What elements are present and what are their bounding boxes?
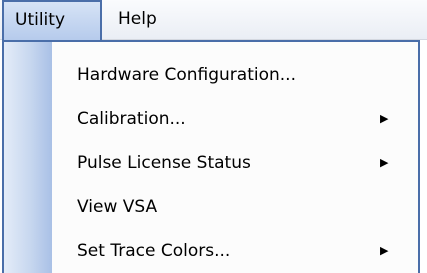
chevron-right-icon: ▶ — [380, 244, 389, 257]
menu-item-view-vsa[interactable]: View VSA — [52, 185, 418, 229]
menu-bar: Utility Help — [0, 0, 427, 40]
menu-icon-gutter — [4, 42, 52, 273]
menu-item-label: Hardware Configuration... — [77, 65, 296, 85]
chevron-right-icon: ▶ — [380, 112, 389, 125]
menu-item-set-trace-colors[interactable]: Set Trace Colors... ▶ — [52, 229, 418, 273]
menu-item-label: Calibration... — [77, 109, 186, 129]
menu-utility[interactable]: Utility — [2, 0, 102, 40]
menu-item-label: Set Trace Colors... — [77, 241, 231, 261]
chevron-right-icon: ▶ — [380, 156, 389, 169]
utility-dropdown-menu: Hardware Configuration... Calibration...… — [2, 40, 420, 273]
menu-item-hardware-configuration[interactable]: Hardware Configuration... — [52, 53, 418, 97]
menu-item-pulse-license-status[interactable]: Pulse License Status ▶ — [52, 141, 418, 185]
menu-item-calibration[interactable]: Calibration... ▶ — [52, 97, 418, 141]
menu-help[interactable]: Help — [104, 0, 174, 40]
menu-item-label: Pulse License Status — [77, 153, 251, 173]
menu-item-label: View VSA — [77, 197, 158, 217]
